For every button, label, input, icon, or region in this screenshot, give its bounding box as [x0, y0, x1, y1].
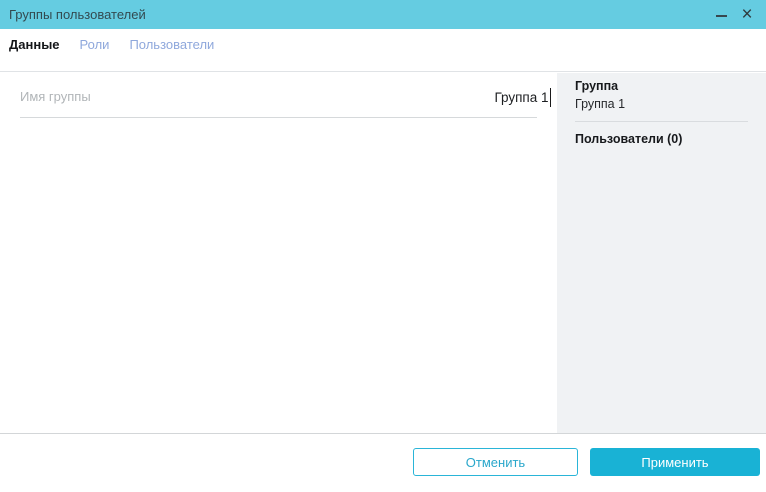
- window-title: Группы пользователей: [9, 7, 146, 22]
- group-name-value-wrap: Группа 1: [494, 81, 551, 117]
- close-icon: ×: [741, 5, 752, 24]
- group-section-heading: Группа: [575, 78, 748, 94]
- close-button[interactable]: ×: [736, 0, 758, 29]
- cancel-button[interactable]: Отменить: [413, 448, 578, 476]
- footer-bar: Отменить Применить: [0, 433, 766, 492]
- panel-divider: [575, 121, 748, 122]
- tab-users[interactable]: Пользователи: [129, 37, 214, 52]
- apply-button[interactable]: Применить: [590, 448, 760, 476]
- tab-roles[interactable]: Роли: [80, 37, 110, 52]
- window-controls: ×: [710, 0, 766, 29]
- group-name-field[interactable]: Имя группы Группа 1: [20, 81, 537, 118]
- titlebar: Группы пользователей ×: [0, 0, 766, 29]
- group-name-value: Группа 1: [494, 90, 548, 105]
- main-form-area: Имя группы Группа 1: [0, 73, 557, 433]
- minimize-button[interactable]: [710, 0, 732, 29]
- user-groups-dialog: Группы пользователей × Данные Роли Польз…: [0, 0, 766, 492]
- summary-panel: Группа Группа 1 Пользователи (0): [557, 73, 766, 433]
- group-name-placeholder: Имя группы: [20, 89, 91, 104]
- group-section-value: Группа 1: [575, 96, 748, 112]
- tab-bar: Данные Роли Пользователи: [0, 29, 766, 72]
- users-section-heading: Пользователи (0): [575, 131, 748, 147]
- content-area: Имя группы Группа 1 Группа Группа 1 Поль…: [0, 73, 766, 433]
- text-caret: [550, 88, 552, 107]
- minimize-icon: [716, 15, 727, 17]
- tab-data[interactable]: Данные: [9, 37, 60, 52]
